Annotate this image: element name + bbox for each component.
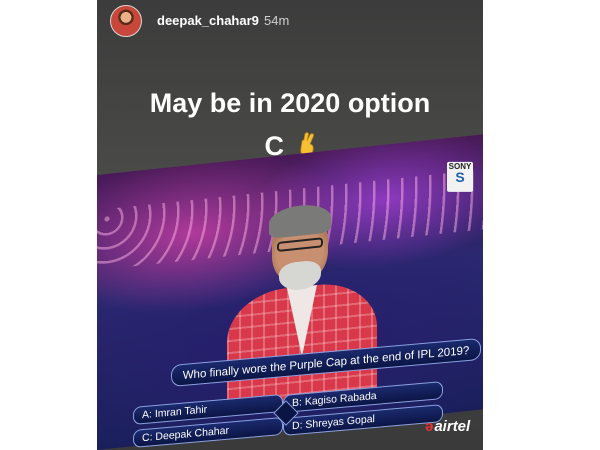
- avatar[interactable]: [110, 5, 142, 37]
- story-header: deepak_chahar9 54m: [97, 0, 483, 42]
- sponsor-text: airtel: [434, 418, 471, 435]
- username[interactable]: deepak_chahar9: [157, 13, 259, 28]
- caption-line-1: May be in 2020 option: [149, 88, 431, 118]
- channel-logo-letter: S: [455, 168, 465, 185]
- channel-logo: SONY S: [447, 161, 473, 192]
- post-time: 54m: [264, 13, 290, 28]
- story-viewer[interactable]: deepak_chahar9 54m May be in 2020 option…: [97, 0, 483, 450]
- sponsor-logo: əairtel: [425, 418, 470, 435]
- airtel-logo-icon: ə: [425, 418, 434, 435]
